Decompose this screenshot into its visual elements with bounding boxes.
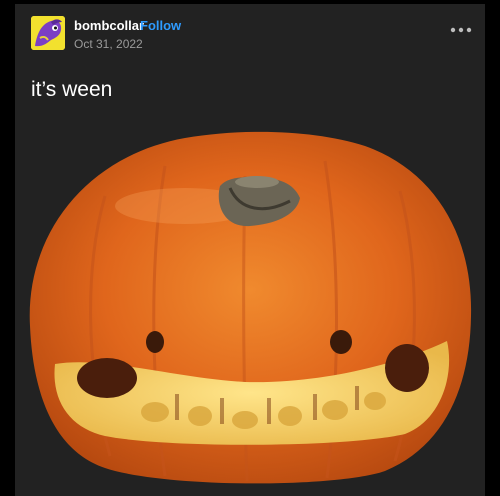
post-photo	[15, 116, 485, 496]
post-card: bombcollar Follow Oct 31, 2022 it’s ween	[15, 4, 485, 496]
pumpkin-image	[29, 131, 472, 484]
purple-bird-avatar-icon	[31, 16, 65, 50]
post-caption: it’s ween	[31, 78, 113, 101]
post-date: Oct 31, 2022	[74, 37, 143, 51]
username-link[interactable]: bombcollar	[74, 18, 144, 33]
more-dots-icon[interactable]	[447, 20, 475, 40]
avatar[interactable]	[31, 16, 65, 50]
follow-button[interactable]: Follow	[140, 18, 181, 33]
post-header: bombcollar Follow Oct 31, 2022	[15, 4, 485, 64]
